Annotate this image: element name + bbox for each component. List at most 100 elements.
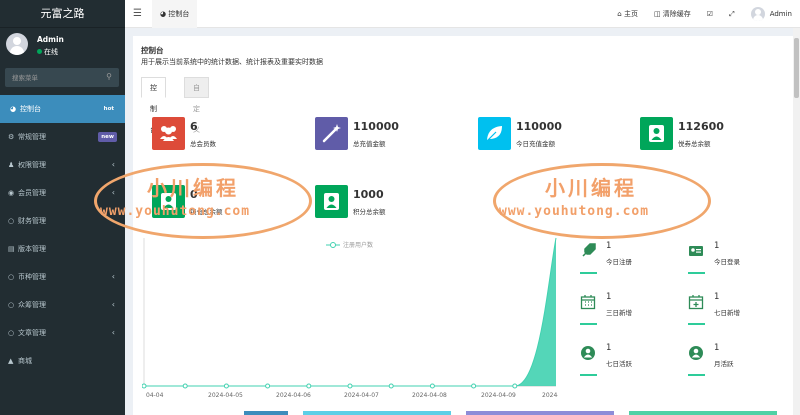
- chevron-left-icon: ‹: [111, 300, 115, 309]
- side-stat-value: 1: [714, 241, 720, 251]
- legend-marker: [330, 242, 336, 248]
- user-icon: [315, 185, 348, 218]
- stat-value: 110000: [353, 120, 399, 133]
- side-stat-bar: [688, 323, 705, 325]
- side-stat-bar: [580, 374, 597, 376]
- hot-badge: hot: [100, 104, 117, 114]
- side-stat-label: 今日登录: [714, 258, 740, 266]
- sidebar-item-crowdfunding[interactable]: ○ 众筹管理 ‹: [0, 291, 125, 319]
- sidebar-item-dashboard[interactable]: ◕ 控制台 hot: [0, 95, 125, 123]
- search-icon[interactable]: ⚲: [106, 72, 112, 81]
- online-dot-icon: [37, 49, 42, 54]
- data-point: [471, 383, 477, 389]
- sidebar-item-general[interactable]: ⚙ 常规管理 new: [0, 123, 125, 151]
- x-tick-label: 2024-04-: [542, 392, 558, 399]
- file-icon: ▤: [8, 245, 15, 253]
- x-tick-label: 2024-04-09: [481, 392, 516, 399]
- top-navbar: ☰ ◕ 控制台 ⌂ 主页 ◫ 清除缓存 ☑ ⤢ Admin: [125, 0, 800, 28]
- side-stat-value: 1: [606, 241, 612, 251]
- stat-value: 1000: [353, 188, 384, 201]
- scrollbar[interactable]: [793, 28, 800, 415]
- side-stat-label: 七日新增: [714, 309, 740, 317]
- side-stat-label: 七日活跃: [606, 360, 632, 368]
- clear-cache-button[interactable]: ◫ 清除缓存: [646, 9, 699, 19]
- side-stat-label: 月活跃: [714, 360, 734, 368]
- bottom-element: [303, 411, 451, 415]
- translate-icon[interactable]: ☑: [699, 10, 721, 18]
- sidebar-item-label: 商城: [18, 357, 32, 365]
- watermark-text: 小川编程: [545, 176, 637, 200]
- page-description: 用于展示当前系统中的统计数据、统计报表及重要实时数据: [141, 58, 323, 66]
- chevron-left-icon: ‹: [111, 272, 115, 281]
- data-point: [223, 383, 229, 389]
- chevron-left-icon: ‹: [111, 328, 115, 337]
- page-title: 控制台: [141, 46, 164, 55]
- data-point: [388, 383, 394, 389]
- user-menu[interactable]: Admin: [743, 7, 800, 21]
- user-circle-icon: ◉: [8, 189, 15, 197]
- dashboard-icon: ◕: [10, 105, 17, 113]
- side-stat-value: 1: [606, 343, 612, 353]
- stat-label: 今日充值金额: [516, 140, 555, 148]
- leaf-icon: [478, 117, 511, 150]
- series-line: [143, 237, 557, 387]
- chart-legend[interactable]: 注册用户数: [326, 241, 373, 249]
- circle-icon: ○: [8, 329, 15, 337]
- circle-icon: ○: [8, 217, 15, 225]
- tab-dashboard[interactable]: ◕ 控制台: [152, 0, 198, 28]
- cogs-icon: ⚙: [8, 133, 15, 141]
- x-tick-label: 2024-04-05: [208, 392, 243, 399]
- user-avatar: [6, 33, 28, 55]
- calendar-plus-icon: [688, 294, 704, 310]
- avatar: [750, 7, 765, 21]
- user-circle-icon: [580, 345, 596, 361]
- series-area: [144, 238, 556, 386]
- new-badge: new: [98, 132, 117, 142]
- menu-toggle-icon[interactable]: ☰: [133, 8, 142, 19]
- bottom-element: [466, 411, 614, 415]
- stat-value: 110000: [516, 120, 562, 133]
- home-link[interactable]: ⌂ 主页: [609, 9, 646, 19]
- id-card-icon: [688, 243, 704, 259]
- user-panel: Admin 在线: [0, 28, 125, 63]
- side-stat-bar: [580, 272, 597, 274]
- magic-wand-icon: [315, 117, 348, 150]
- sidebar-item-articles[interactable]: ○ 文章管理 ‹: [0, 319, 125, 347]
- sidebar-item-mall[interactable]: ▲ 商城: [0, 347, 125, 375]
- stat-value: 6: [190, 120, 198, 133]
- group-icon: ♟: [8, 161, 15, 169]
- sidebar-item-versions[interactable]: ▤ 版本管理: [0, 235, 125, 263]
- app-logo[interactable]: 元富之路: [0, 0, 125, 28]
- side-stat-bar: [688, 272, 705, 274]
- user-name: Admin: [37, 35, 64, 44]
- menu-search-input[interactable]: [5, 68, 101, 87]
- sidebar-item-label: 控制台: [20, 105, 41, 113]
- sidebar-item-label: 众筹管理: [18, 301, 46, 309]
- x-tick-label: 04-04: [146, 392, 164, 399]
- sidebar-item-label: 版本管理: [18, 245, 46, 253]
- data-point: [141, 383, 147, 389]
- sidebar-item-currency[interactable]: ○ 币种管理 ‹: [0, 263, 125, 291]
- tab-custom[interactable]: 自定义: [184, 77, 209, 134]
- bottom-element: [244, 411, 288, 415]
- sidebar-item-label: 权限管理: [18, 161, 46, 169]
- sidebar-item-permissions[interactable]: ♟ 权限管理 ‹: [0, 151, 125, 179]
- data-point: [265, 383, 271, 389]
- data-point: [429, 383, 435, 389]
- scrollbar-thumb[interactable]: [794, 38, 799, 98]
- legend-label: 注册用户数: [343, 241, 373, 249]
- sidebar-menu: ◕ 控制台 hot ⚙ 常规管理 new ♟ 权限管理 ‹ ◉ 会员管理 ‹ ○ 财务管理…: [0, 95, 125, 375]
- home-icon: ⌂: [617, 10, 624, 18]
- tab-console[interactable]: 控制台: [141, 77, 166, 134]
- watermark-url: www.youhutong.com: [499, 204, 650, 219]
- sidebar-item-label: 财务管理: [18, 217, 46, 225]
- x-tick-label: 2024-04-06: [276, 392, 311, 399]
- side-stat-label: 三日新增: [606, 309, 632, 317]
- rocket-icon: [580, 243, 596, 259]
- stat-label: 悦券总余额: [678, 140, 711, 148]
- sidebar-item-label: 会员管理: [18, 189, 46, 197]
- user-circle-icon: [688, 345, 704, 361]
- data-point: [306, 383, 312, 389]
- bottom-element: [629, 411, 777, 415]
- fullscreen-icon[interactable]: ⤢: [721, 10, 743, 19]
